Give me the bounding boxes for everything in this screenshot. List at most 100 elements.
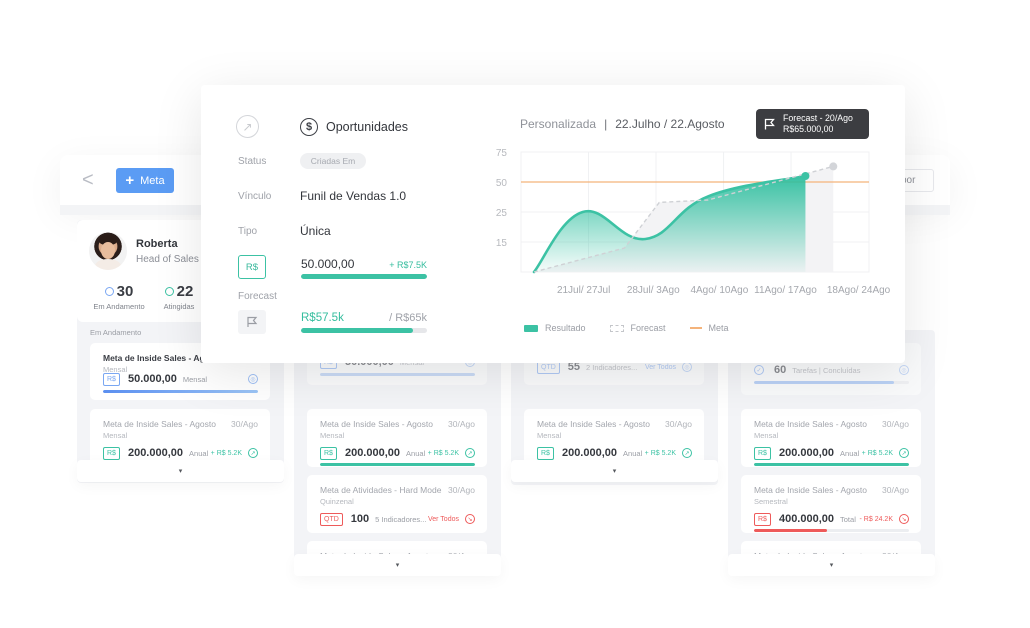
currency-tag: R$ [103, 446, 120, 460]
expand-column-button[interactable]: ▾ [728, 554, 935, 576]
add-meta-button[interactable]: + Meta [116, 168, 174, 193]
forecast-tooltip: Forecast - 20/Ago R$65.000,00 [756, 109, 869, 139]
legend-item-resultado[interactable]: Resultado [524, 323, 586, 333]
goal-unit: Anual [189, 448, 209, 458]
chart-legend: Resultado Forecast Meta [524, 323, 729, 333]
arrow-up-right-icon: ↗ [899, 448, 909, 458]
flag-icon [764, 118, 775, 130]
view-all-link[interactable]: Ver Todos [645, 364, 676, 371]
view-all-link[interactable]: Ver Todos [428, 516, 459, 523]
goal-card[interactable]: Meta de Inside Sales - Agosto 30/Ago Men… [524, 409, 704, 467]
goal-card[interactable]: Meta de Atividades - Hard Mode 30/Ago Qu… [307, 475, 487, 533]
opportunities-modal: ↗ $ Oportunidades Status Criadas Em Vínc… [201, 85, 905, 363]
goal-period: Semestral [754, 497, 788, 506]
goal-progress-bar [103, 390, 258, 393]
tooltip-title: Forecast - 20/Ago [783, 113, 853, 123]
x-tick-label: 11Ago/ 17Ago [754, 285, 817, 296]
goal-value: 200.000,00 [561, 447, 618, 459]
arrow-up-right-icon: ↗ [236, 115, 259, 138]
goal-period: Mensal [754, 431, 779, 440]
stat-label: Em Andamento [93, 302, 145, 311]
expand-column-button[interactable]: ▾ [294, 554, 501, 576]
tooltip-value: R$65.000,00 [783, 124, 834, 134]
vinculo-label: Vínculo [238, 191, 272, 202]
tipo-value: Única [300, 224, 331, 238]
period-separator: | [604, 117, 608, 131]
results-chart: 75 50 25 15 21Jul/ 27Jul 28Jul/ 3Ago 4Ago/ 10A… [496, 148, 891, 296]
goal-unit: Anual [840, 448, 860, 458]
period-mode: Personalizada [520, 117, 597, 131]
profile-name: Roberta [136, 238, 178, 250]
goal-value: 200.000,00 [127, 447, 184, 459]
goal-delta: + R$ 5.2K [644, 449, 676, 457]
y-tick-label: 50 [496, 178, 508, 189]
goal-progress-bar [754, 381, 894, 384]
goal-date: 30/Ago [882, 485, 909, 495]
goal-date: 30/Ago [448, 419, 475, 429]
stat-in-progress[interactable]: 30 Em Andamento [91, 283, 147, 311]
goal-value: 200.000,00 [778, 447, 835, 459]
goal-value: 60 [774, 364, 787, 376]
y-tick-label: 15 [496, 238, 508, 249]
back-chevron-icon[interactable]: < [82, 169, 94, 192]
target-icon: ◎ [899, 365, 909, 375]
legend-label: Resultado [545, 323, 586, 333]
arrow-up-right-icon: ↗ [682, 448, 692, 458]
goal-date: 30/Ago [665, 419, 692, 429]
forecast-amount: R$57.5k [301, 312, 344, 324]
expand-column-button[interactable]: ▾ [511, 460, 718, 482]
check-circle-icon: ✓ [754, 365, 764, 375]
forecast-row: R$57.5k / R$65k [301, 312, 427, 324]
arrow-up-right-icon: ↗ [248, 448, 258, 458]
goal-title: Meta de Inside Sales - Agosto [320, 419, 433, 429]
goal-card[interactable]: Meta de Inside Sales - Agosto 30/Ago Men… [741, 409, 921, 467]
x-tick-label: 21Jul/ 27Jul [557, 285, 610, 296]
currency-tag: R$ [537, 446, 554, 460]
goal-unit: 2 Indicadores... [586, 362, 638, 372]
goal-title: Meta de Inside Sales - Agosto [754, 485, 867, 495]
goal-delta: + R$ 5.2K [427, 449, 459, 457]
arrow-up-right-icon: ↗ [465, 448, 475, 458]
currency-badge: R$ [238, 255, 266, 279]
quantity-tag: QTD [320, 512, 343, 526]
target-icon: ◎ [682, 362, 692, 372]
arrow-down-right-icon: ↘ [899, 514, 909, 524]
goal-value: 50.000,00 [127, 373, 177, 385]
tipo-label: Tipo [238, 226, 258, 237]
x-tick-label: 18Ago/ 24Ago [827, 285, 891, 296]
target-icon: ◎ [248, 374, 258, 384]
profile-role: Head of Sales [136, 254, 199, 265]
goal-amount-row: 50.000,00 + R$7.5K [301, 257, 427, 271]
goal-value: 200.000,00 [344, 447, 401, 459]
currency-tag: R$ [754, 446, 771, 460]
goal-unit: 5 Indicadores... [375, 514, 427, 524]
currency-tag: R$ [103, 372, 120, 386]
modal-title-text: Oportunidades [326, 120, 409, 134]
forecast-progress-track [301, 328, 427, 333]
legend-swatch [689, 327, 702, 329]
goal-period: Mensal [320, 431, 345, 440]
legend-item-meta[interactable]: Meta [689, 323, 729, 333]
vinculo-value: Funil de Vendas 1.0 [300, 189, 407, 203]
goal-card[interactable]: Meta de Inside Sales - Agosto 30/Ago Men… [307, 409, 487, 467]
goal-title: Meta de Inside Sales - Agosto [754, 419, 867, 429]
dollar-circle-icon: $ [300, 118, 318, 136]
stat-achieved[interactable]: 22 Atingidas [159, 283, 199, 311]
stat-label: Atingidas [163, 302, 195, 311]
goal-progress-bar [754, 529, 827, 532]
goal-date: 30/Ago [448, 485, 475, 495]
legend-item-forecast[interactable]: Forecast [609, 323, 666, 333]
goal-delta: + R$7.5K [389, 260, 427, 270]
arrow-circle-icon [164, 287, 174, 296]
chart-period-header[interactable]: Personalizada | 22.Julho / 22.Agosto [520, 117, 725, 131]
goal-card[interactable]: Meta de Inside Sales - Agosto 30/Ago Men… [90, 409, 270, 466]
goal-card[interactable]: Meta de Inside Sales - Agosto 30/Ago Sem… [741, 475, 921, 533]
forecast-total: / R$65k [389, 312, 427, 324]
expand-column-button[interactable]: ▾ [77, 460, 284, 482]
modal-title: $ Oportunidades [300, 118, 408, 136]
x-tick-label: 28Jul/ 3Ago [627, 285, 680, 296]
status-label: Status [238, 156, 267, 167]
status-chip[interactable]: Criadas Em [300, 153, 366, 169]
goal-delta: + R$ 5.2K [210, 449, 242, 457]
forecast-endpoint [829, 162, 838, 171]
